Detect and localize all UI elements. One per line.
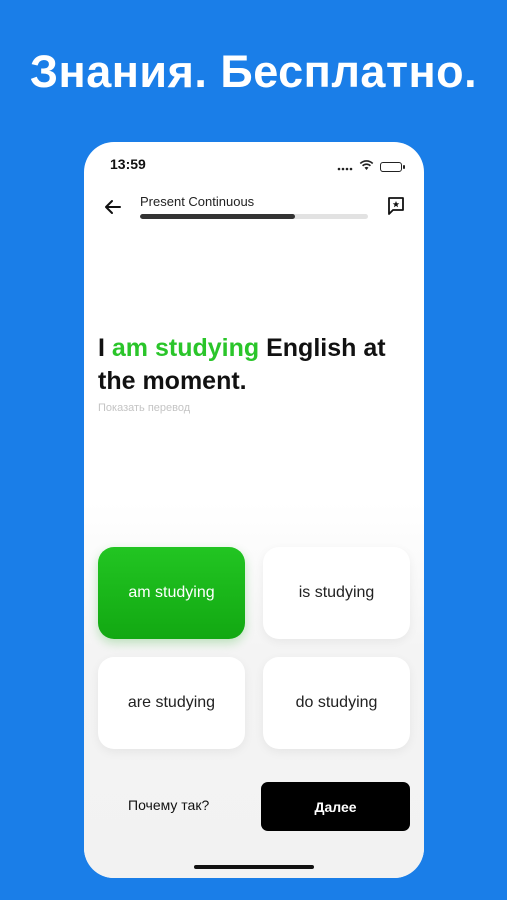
back-arrow-icon[interactable]	[100, 194, 126, 220]
battery-icon	[380, 162, 405, 172]
option-are-studying[interactable]: are studying	[98, 657, 245, 749]
lesson-progress-fill	[140, 214, 296, 219]
status-time: 13:59	[110, 156, 146, 172]
sentence-answer: am studying	[111, 334, 260, 362]
signal-icon	[337, 158, 353, 176]
exercise-sentence: I am studying English at the moment.	[98, 332, 413, 398]
report-flag-icon[interactable]	[384, 194, 408, 218]
show-translation-link[interactable]: Показать перевод	[98, 402, 190, 414]
sentence-before: I	[98, 334, 112, 362]
option-do-studying[interactable]: do studying	[263, 657, 410, 749]
lesson-title: Present Continuous	[140, 194, 255, 209]
why-button[interactable]: Почему так?	[128, 797, 209, 813]
option-is-studying[interactable]: is studying	[263, 547, 410, 639]
next-button[interactable]: Далее	[261, 782, 410, 831]
phone-screen: 13:59 Present Continuous I am studying E…	[84, 142, 424, 878]
promo-headline: Знания. Бесплатно.	[29, 46, 478, 97]
status-icons	[337, 158, 405, 176]
lesson-progress-bar	[140, 214, 368, 219]
option-am-studying[interactable]: am studying	[98, 547, 245, 639]
wifi-icon	[359, 158, 374, 176]
home-indicator	[194, 865, 314, 869]
